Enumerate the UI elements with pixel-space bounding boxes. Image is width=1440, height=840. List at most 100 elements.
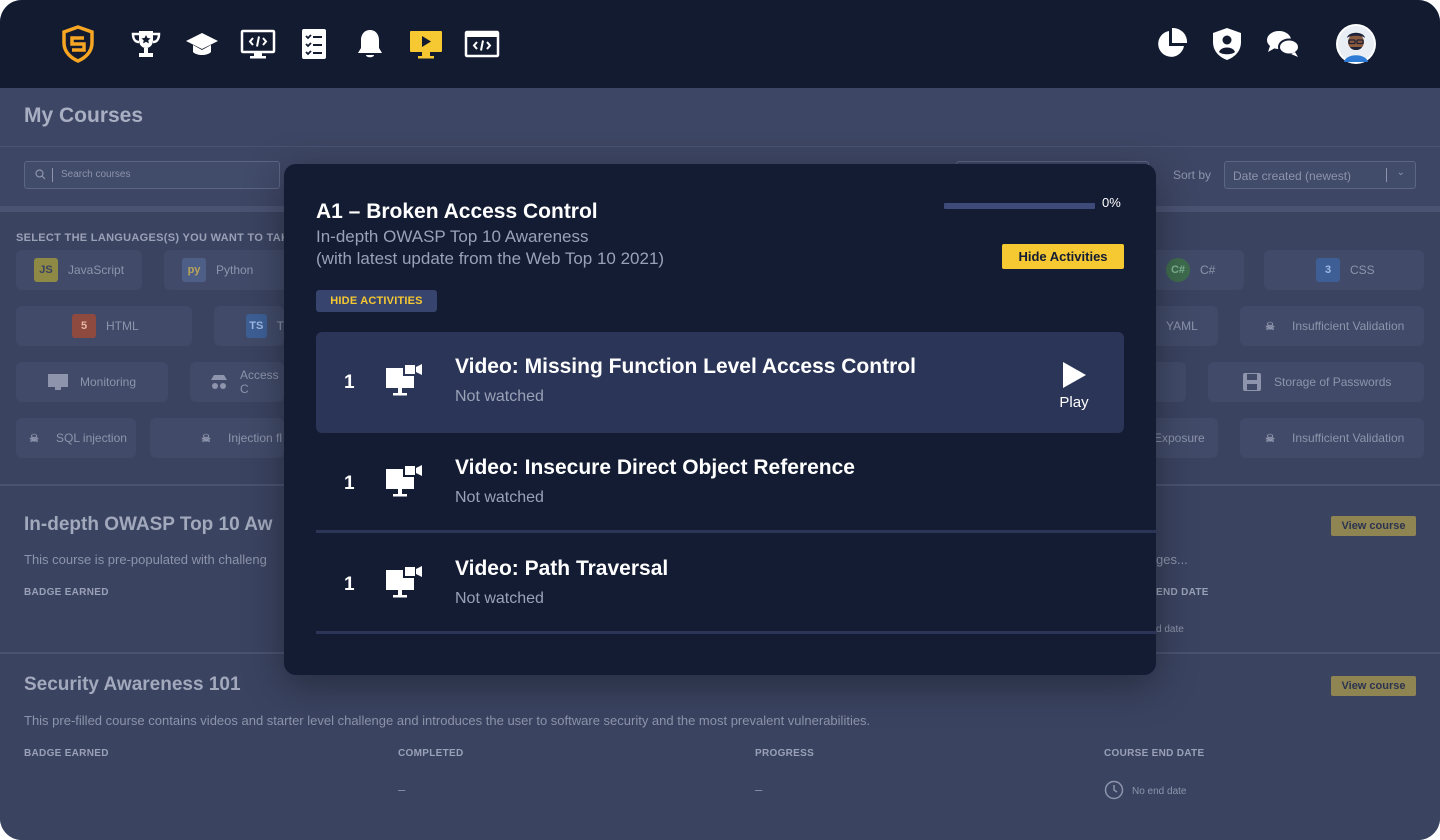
play-label: Play [1059,394,1089,411]
hide-activities-button[interactable]: Hide Activities [1002,244,1124,269]
search-placeholder: Search courses [61,169,131,180]
end-date-info: No end date [1104,780,1187,803]
activity-number: 1 [344,473,355,494]
language-chip-storage-of-passwords[interactable]: Storage of Passwords [1208,362,1424,402]
skull-icon: ☠ [29,432,39,445]
course-title: Security Awareness 101 [24,674,241,695]
chip-label: Insufficient Validation [1292,431,1405,445]
end-date-header: END DATE [1156,587,1209,598]
view-course-button[interactable]: View course [1331,676,1416,696]
language-chip-javascript[interactable]: JS JavaScript [16,250,142,290]
language-chip-html[interactable]: 5 HTML [16,306,192,346]
activity-title: Video: Insecure Direct Object Reference [455,456,855,479]
chip-label: Injection fl [228,431,283,445]
chip-label: Insufficient Validation [1292,319,1405,333]
chip-label: Storage of Passwords [1274,375,1392,389]
checklist-icon[interactable] [296,26,332,62]
language-chip-csharp[interactable]: C# C# [1148,250,1244,290]
activity-number: 1 [344,372,355,393]
languages-title: SELECT THE LANGUAGES(S) YOU WANT TO TAKE [16,232,286,244]
sort-value: Date created (newest) [1233,169,1352,183]
chip-label: JavaScript [68,263,125,277]
course-activities-modal: A1 – Broken Access Control In-depth OWAS… [284,164,1156,675]
javascript-icon: JS [34,258,58,282]
code-monitor-icon[interactable] [240,26,276,62]
video-play-icon[interactable] [408,26,444,62]
video-lesson-icon [384,362,424,403]
search-icon [35,169,46,183]
chip-label: Access C [240,368,279,396]
chip-label: CSS [1350,263,1375,277]
css-icon: 3 [1316,258,1340,282]
spy-icon [208,370,230,394]
modal-subtitle: In-depth OWASP Top 10 Awareness (with la… [316,226,756,270]
floppy-icon [1240,370,1264,394]
language-chip-typescript[interactable]: TS T [214,306,284,346]
badge-earned-header: BADGE EARNED [24,587,109,598]
language-chip-sql-injection[interactable]: ☠ SQL injection [16,418,136,458]
course-end-date-header: COURSE END DATE [1104,748,1205,759]
bell-icon[interactable] [352,26,388,62]
search-input[interactable]: Search courses [24,161,280,189]
chat-icon[interactable] [1265,26,1301,62]
progress-header: PROGRESS [755,748,815,759]
chip-label: Python [216,263,254,277]
python-icon: py [182,258,206,282]
modal-subtitle-line1: In-depth OWASP Top 10 Awareness [316,227,589,246]
trophy-icon[interactable] [128,26,164,62]
view-course-button[interactable]: View course [1331,516,1416,536]
chevron-down-icon: ⌄ [1396,167,1405,178]
course-description: This pre-filled course contains videos a… [24,713,871,728]
modal-subtitle-line2: (with latest update from the Web Top 10 … [316,249,665,268]
completed-header: COMPLETED [398,748,464,759]
language-chip-yaml[interactable]: YAML [1148,306,1218,346]
sort-label: Sort by [1173,168,1212,182]
avatar[interactable] [1336,24,1376,64]
course-title: In-depth OWASP Top 10 Aw [24,514,273,535]
language-chip-injection-flaws[interactable]: ☠ Injection fl [150,418,284,458]
course-card: Security Awareness 101 View course This … [0,652,1440,840]
chip-label: SQL injection [56,431,127,445]
chip-label: Monitoring [80,375,137,389]
skull-icon: ☠ [1265,432,1275,445]
language-chip-access-control[interactable]: Access C [190,362,284,402]
video-lesson-icon [384,564,424,605]
chip-label: Exposure [1154,431,1205,445]
hide-activities-badge[interactable]: HIDE ACTIVITIES [316,290,437,312]
logo-shield-icon[interactable] [60,25,96,63]
graduation-cap-icon[interactable] [184,26,220,62]
play-button[interactable]: Play [1054,360,1094,411]
activity-row[interactable]: 1 Video: Insecure Direct Object Referenc… [316,433,1124,534]
video-lesson-icon [384,463,424,504]
activity-separator [316,530,1156,533]
code-window-icon[interactable] [464,26,500,62]
skull-icon: ☠ [201,432,211,445]
language-chip-insufficient-validation-2[interactable]: ☠ Insufficient Validation [1240,418,1424,458]
pie-chart-icon[interactable] [1153,26,1189,62]
activity-number: 1 [344,574,355,595]
skull-icon: ☠ [1265,320,1275,333]
activity-separator [316,631,1156,634]
html-icon: 5 [72,314,96,338]
end-date-value: d date [1156,624,1184,635]
language-chip-monitoring[interactable]: Monitoring [16,362,168,402]
activity-row[interactable]: 1 Video: Missing Function Level Access C… [316,332,1124,433]
language-chip-python[interactable]: py Python [164,250,294,290]
language-chip-css[interactable]: 3 CSS [1264,250,1424,290]
user-shield-icon[interactable] [1209,26,1245,62]
activity-status: Not watched [455,489,544,506]
progress-bar [944,203,1095,209]
clock-icon [1104,780,1124,803]
language-chip-exposure[interactable]: Exposure [1148,418,1218,458]
chip-label: T [276,319,284,333]
chip-label: YAML [1166,319,1198,333]
select-divider [1386,168,1387,182]
language-chip-insufficient-validation[interactable]: ☠ Insufficient Validation [1240,306,1424,346]
course-description: This course is pre-populated with challe… [24,552,267,567]
activity-title: Video: Missing Function Level Access Con… [455,355,916,378]
play-icon [1063,362,1086,388]
activity-row[interactable]: 1 Video: Path Traversal Not watched [316,534,1124,635]
sort-select[interactable]: Date created (newest) ⌄ [1224,161,1416,189]
csharp-icon: C# [1166,258,1190,282]
monitor-icon [46,370,70,394]
